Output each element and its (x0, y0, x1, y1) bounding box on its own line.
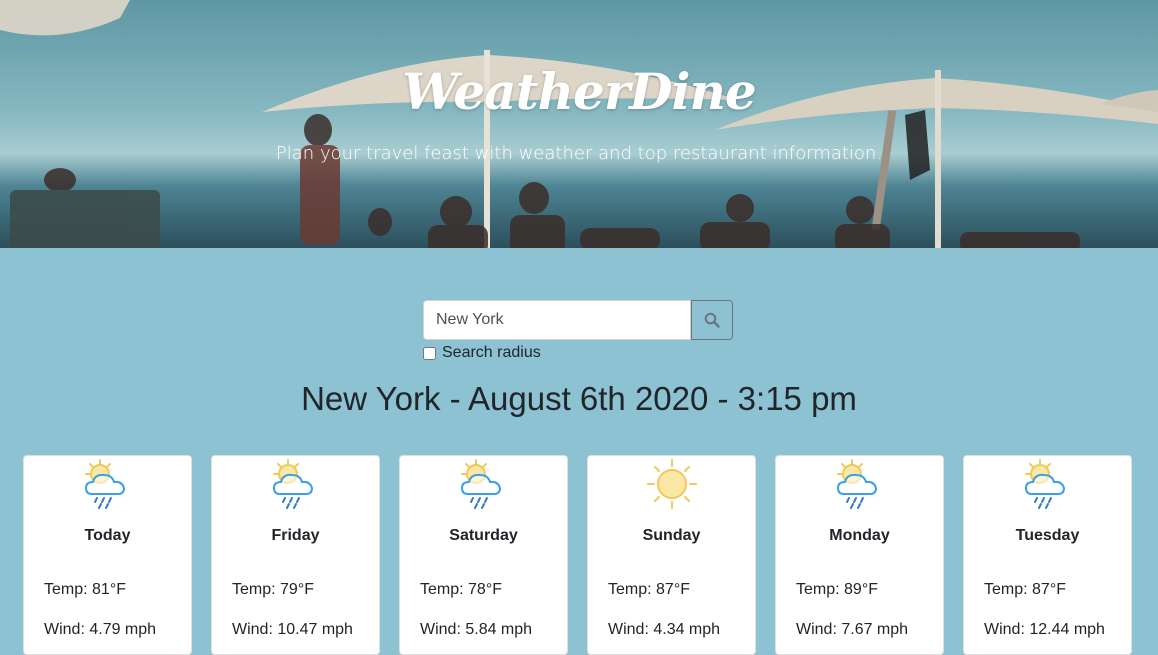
forecast-temp: Temp: 89°F (796, 581, 878, 598)
partly-cloudy-rain-icon (82, 458, 134, 514)
city-search-input[interactable] (423, 300, 691, 340)
forecast-card: Tuesday Temp: 87°F Wind: 12.44 mph (963, 455, 1132, 655)
location-date-heading: New York - August 6th 2020 - 3:15 pm (301, 380, 857, 417)
search-icon (704, 312, 720, 328)
search-radius-label: Search radius (442, 344, 541, 361)
forecast-day: Tuesday (1015, 527, 1080, 544)
forecast-temp: Temp: 87°F (984, 581, 1066, 598)
forecast-day: Friday (271, 527, 320, 544)
forecast-temp: Temp: 78°F (420, 581, 502, 598)
forecast-wind: Wind: 7.67 mph (796, 621, 909, 638)
forecast-temp: Temp: 79°F (232, 581, 314, 598)
forecast-day: Today (84, 527, 131, 544)
forecast-card: Saturday Temp: 78°F Wind: 5.84 mph (399, 455, 568, 655)
forecast-wind: Wind: 4.79 mph (44, 621, 157, 638)
hero-banner: WeatherDine Plan your travel feast with … (0, 0, 1158, 248)
forecast-temp: Temp: 81°F (44, 581, 126, 598)
forecast-wind: Wind: 5.84 mph (420, 621, 533, 638)
site-tagline: Plan your travel feast with weather and … (275, 143, 883, 164)
site-title: WeatherDine (402, 62, 756, 121)
forecast-wind: Wind: 4.34 mph (608, 621, 721, 638)
forecast-day: Sunday (642, 527, 701, 544)
forecast-card: Today Temp: 81°F Wind: 4.79 mph (23, 455, 192, 655)
forecast-cards: Today Temp: 81°F Wind: 4.79 mph Friday T… (23, 455, 1135, 655)
forecast-card: Monday Temp: 89°F Wind: 7.67 mph (775, 455, 944, 655)
hero-background-photo (0, 0, 1158, 248)
forecast-day: Monday (829, 527, 890, 544)
search-radius-option[interactable]: Search radius (423, 343, 541, 363)
search-button[interactable] (691, 300, 733, 340)
forecast-wind: Wind: 10.47 mph (232, 621, 353, 638)
forecast-card: Sunday Temp: 87°F Wind: 4.34 mph (587, 455, 756, 655)
partly-cloudy-rain-icon (834, 458, 886, 514)
partly-cloudy-rain-icon (1022, 458, 1074, 514)
forecast-day: Saturday (449, 527, 518, 544)
forecast-temp: Temp: 87°F (608, 581, 690, 598)
city-search-group (423, 300, 733, 340)
sun-icon (646, 458, 698, 514)
forecast-wind: Wind: 12.44 mph (984, 621, 1105, 638)
partly-cloudy-rain-icon (270, 458, 322, 514)
forecast-card: Friday Temp: 79°F Wind: 10.47 mph (211, 455, 380, 655)
partly-cloudy-rain-icon (458, 458, 510, 514)
search-radius-checkbox[interactable] (423, 346, 436, 360)
